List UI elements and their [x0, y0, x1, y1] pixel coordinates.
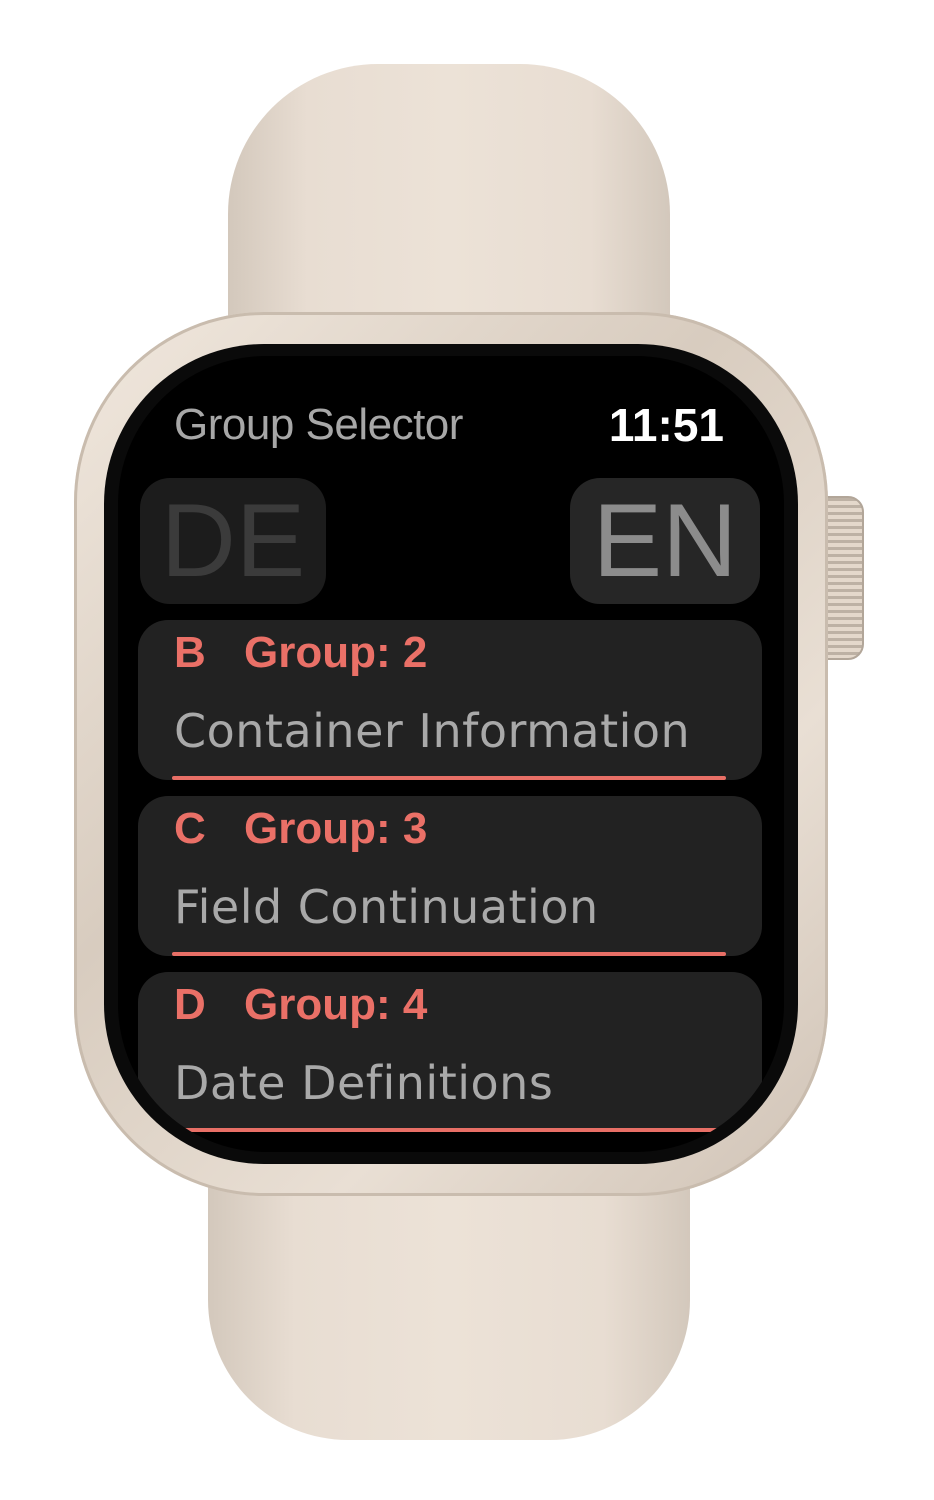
group-number-label: Group: 2 [244, 628, 428, 677]
group-letter: C [174, 804, 206, 853]
status-time: 11:51 [608, 399, 724, 451]
group-letter: D [174, 980, 206, 1029]
group-name: Field Continuation [174, 880, 599, 934]
group-header: B Group: 2 [174, 628, 427, 678]
group-underline [172, 776, 726, 780]
group-list: B Group: 2 Container Information C Group: … [138, 620, 762, 1148]
group-list-item[interactable]: B Group: 2 Container Information [138, 620, 762, 780]
watch-screen: Group Selector 11:51 DE EN B Group: 2 Con… [118, 356, 784, 1152]
group-name: Date Definitions [174, 1056, 554, 1110]
watch-mockup: Group Selector 11:51 DE EN B Group: 2 Con… [0, 0, 934, 1500]
group-header: C Group: 3 [174, 804, 427, 854]
group-number-label: Group: 3 [244, 804, 428, 853]
language-de-button[interactable]: DE [140, 478, 326, 604]
language-en-button[interactable]: EN [570, 478, 760, 604]
group-header: D Group: 4 [174, 980, 427, 1030]
group-underline [172, 952, 726, 956]
group-list-item[interactable]: D Group: 4 Date Definitions [138, 972, 762, 1132]
app-title: Group Selector [174, 400, 463, 449]
group-underline [138, 1128, 762, 1132]
group-list-item[interactable]: C Group: 3 Field Continuation [138, 796, 762, 956]
group-name: Container Information [174, 704, 691, 758]
group-number-label: Group: 4 [244, 980, 428, 1029]
group-letter: B [174, 628, 206, 677]
